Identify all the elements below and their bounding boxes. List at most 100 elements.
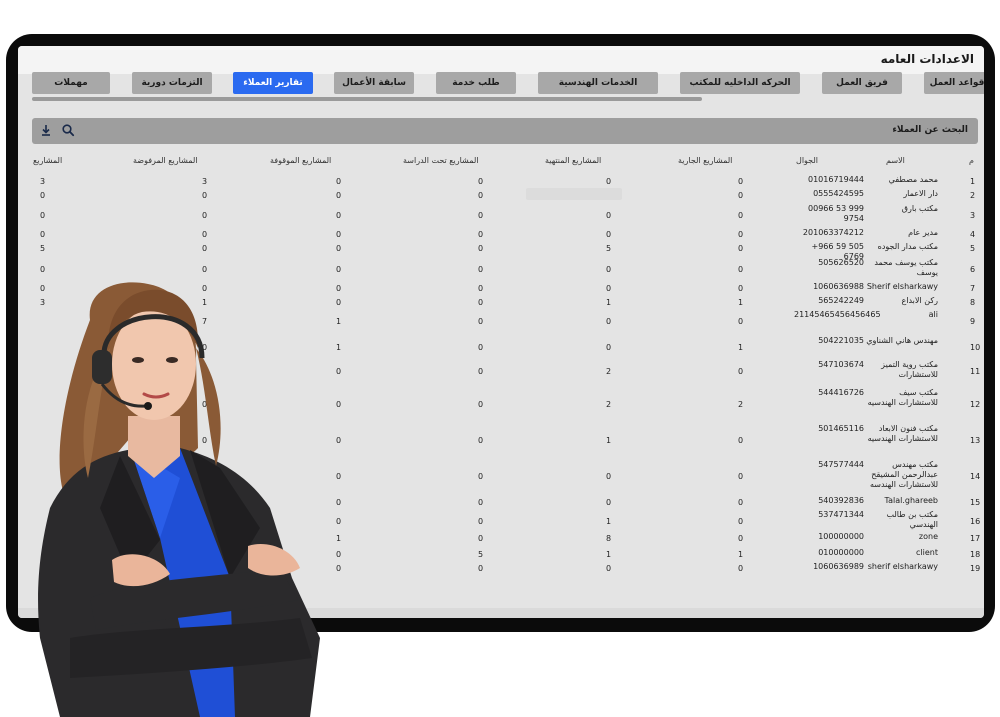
project-count: 0 [40,191,46,200]
project-count: 0 [202,211,208,220]
search-icon[interactable] [61,123,75,137]
client-name: Sherif elsharkawy [866,282,938,291]
project-count: 0 [478,284,484,293]
download-icon[interactable] [39,123,53,137]
project-count: 0 [336,517,342,526]
client-name: Talal.ghareeb [884,496,938,505]
project-count: 0 [478,265,484,274]
project-count: 0 [478,436,484,445]
support-agent-image [38,282,320,717]
table-header-5: المشاريع تحت الدراسة [403,156,479,165]
row-number: 17 [970,534,981,543]
project-count: 0 [40,265,46,274]
project-count: 0 [40,211,46,220]
table-header-1: الاسم [886,156,905,165]
client-phone: 537471344 [818,510,864,519]
tab-client-reports[interactable]: تقارير العملاء [233,72,313,94]
client-phone: 1060636989 [813,562,864,571]
project-count: 0 [336,265,342,274]
project-count: 0 [606,343,612,352]
project-count: 0 [738,564,744,573]
project-count: 0 [478,498,484,507]
project-count: 2 [606,400,612,409]
table-header-2: الجوال [796,156,818,165]
project-count: 0 [738,472,744,481]
project-count: 1 [336,343,342,352]
project-count: 5 [606,244,612,253]
client-name: مهندس هاني الشناوي [866,336,938,345]
project-count: 0 [606,265,612,274]
project-count: 0 [738,517,744,526]
client-name: مكتب بارق [901,204,938,213]
project-count: 0 [336,400,342,409]
project-count: 0 [606,317,612,326]
client-phone: 100000000 [818,532,864,541]
project-count: 0 [478,564,484,573]
project-count: 1 [738,550,744,559]
client-search-bar[interactable]: البحث عن العملاء [32,118,978,144]
project-count: 1 [336,317,342,326]
project-count: 0 [478,400,484,409]
project-count: 0 [478,317,484,326]
project-count: 0 [336,211,342,220]
row-number: 1 [970,177,976,186]
project-count: 1 [606,298,612,307]
project-count: 0 [336,230,342,239]
tab-engineering-services[interactable]: الخدمات الهندسية [538,72,658,94]
project-count: 0 [738,244,744,253]
project-count: 3 [40,177,46,186]
project-count: 0 [336,177,342,186]
row-number: 10 [970,343,981,352]
project-count: 0 [478,534,484,543]
project-count: 0 [336,436,342,445]
project-count: 0 [738,367,744,376]
client-name: دار الاعمار [903,189,938,198]
project-count: 0 [336,367,342,376]
project-count: 0 [606,230,612,239]
tab-trash[interactable]: مهملات [32,72,110,94]
row-number: 5 [970,244,976,253]
tabs-scrollbar[interactable] [32,97,702,101]
tab-bar: قواعد العمل فريق العمل الحركه الداخليه ل… [18,72,984,98]
project-count: 0 [202,230,208,239]
client-name: مكتب بن طالب الهندسي [886,510,938,529]
table-header-0: م [969,156,974,165]
client-phone: 1060636988 [813,282,864,291]
row-number: 3 [970,211,976,220]
project-count: 1 [606,550,612,559]
client-name: مكتب مهندس عبدالرحمن المشيقح للاستشارات … [869,460,938,489]
project-count: 2 [606,367,612,376]
tab-service-request[interactable]: طلب خدمة [436,72,516,94]
project-count: 0 [606,564,612,573]
project-count: 0 [202,191,208,200]
project-count: 0 [738,498,744,507]
tab-work-rules[interactable]: قواعد العمل [924,72,984,94]
project-count: 0 [606,472,612,481]
client-name: sherif elsharkawy [867,562,938,571]
row-number: 13 [970,436,981,445]
project-count: 0 [606,211,612,220]
project-count: 0 [478,177,484,186]
project-count: 0 [738,284,744,293]
project-count: 0 [478,191,484,200]
row-number: 7 [970,284,976,293]
project-count: 0 [478,211,484,220]
project-count: 0 [738,317,744,326]
table-header-7: المشاريع المرفوضة [133,156,198,165]
project-count: 0 [202,244,208,253]
tab-previous-work[interactable]: سابقة الأعمال [334,72,414,94]
tab-periodic-obligations[interactable]: التزمات دورية [132,72,212,94]
client-phone: 544416726 [818,388,864,397]
project-count: 1 [738,343,744,352]
project-count: 0 [606,177,612,186]
client-phone: 00966 53 999 9754 [808,204,864,223]
project-count: 0 [478,367,484,376]
client-name: مكتب يوسف محمد يوسف [874,258,938,277]
row-number: 8 [970,298,976,307]
tab-office-movement[interactable]: الحركه الداخليه للمكتب [680,72,800,94]
client-phone: 504221035 [818,336,864,345]
top-bar: الاعدادات العامه [18,46,984,74]
row-number: 9 [970,317,976,326]
tab-work-team[interactable]: فريق العمل [822,72,902,94]
project-count: 0 [336,564,342,573]
